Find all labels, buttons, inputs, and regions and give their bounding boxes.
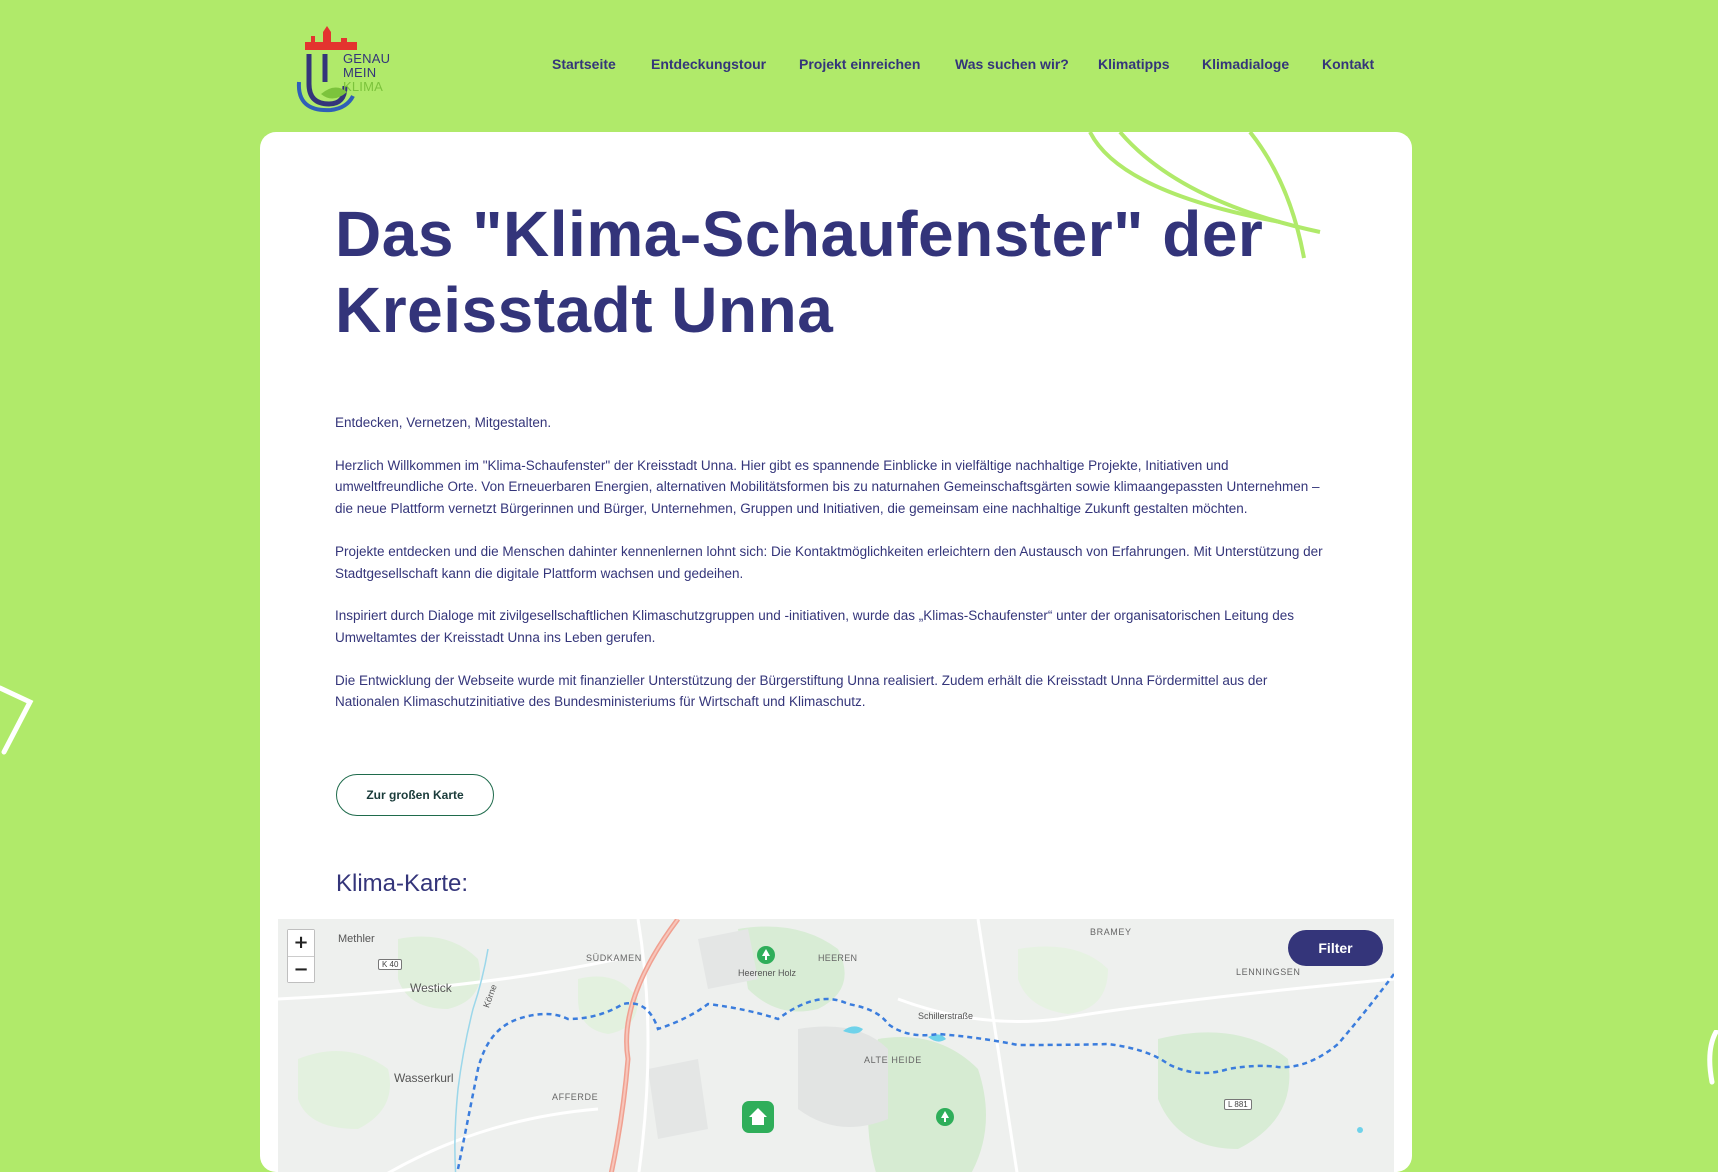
nav-entdeckungstour[interactable]: Entdeckungstour [651,56,766,72]
decorative-leaf-right [1707,1030,1718,1085]
nav-klimatipps[interactable]: Klimatipps [1098,56,1170,72]
map-label: Wasserkurl [394,1071,454,1085]
main-navigation: Startseite Entdeckungstour Projekt einre… [0,56,1718,80]
road-sign: K 40 [378,959,403,970]
map-label: SÜDKAMEN [586,953,642,963]
nav-projekt-einreichen[interactable]: Projekt einreichen [799,56,920,72]
map-heading: Klima-Karte: [336,870,469,897]
site-header: GENAU MEIN KLIMA Startseite Entdeckungst… [0,0,1718,132]
page-title-line-2: Kreisstadt Unna [335,274,834,346]
tree-poi-icon[interactable] [935,1107,955,1127]
map-label: Heerener Holz [738,968,797,978]
zoom-in-button[interactable]: + [288,930,314,956]
main-content-card: Das "Klima-Schaufenster" der Kreisstadt … [260,132,1412,1172]
climate-map[interactable]: Methler K 40 Westick Wasserkurl SÜDKAMEN… [278,919,1394,1172]
tree-poi-icon[interactable] [756,945,776,965]
map-label: AFFERDE [552,1092,599,1102]
page-title: Das "Klima-Schaufenster" der Kreisstadt … [335,196,1295,348]
map-label: HEEREN [818,953,858,963]
page-title-line-1: Das "Klima-Schaufenster" der [335,198,1264,270]
home-poi-icon[interactable] [740,1099,776,1135]
large-map-button[interactable]: Zur großen Karte [336,774,494,816]
logo-line-3: KLIMA [343,79,384,94]
map-label: Methler [338,933,375,945]
map-label: BRAMEY [1090,927,1132,937]
map-label: Schillerstraße [918,1011,974,1021]
intro-paragraph: Projekte entdecken und die Menschen dahi… [335,543,1323,581]
road-sign: L 881 [1224,1099,1252,1110]
map-label: Westick [410,981,452,995]
nav-was-suchen-wir[interactable]: Was suchen wir? [955,56,1069,72]
nav-startseite[interactable]: Startseite [552,56,616,72]
nav-kontakt[interactable]: Kontakt [1322,56,1374,72]
map-filter-button[interactable]: Filter [1288,930,1383,966]
nav-klimadialoge[interactable]: Klimadialoge [1202,56,1289,72]
map-zoom-control: + − [287,929,315,983]
map-label: ALTE HEIDE [864,1055,922,1065]
intro-paragraph: Herzlich Willkommen im "Klima-Schaufenst… [335,457,1320,517]
intro-paragraph: Entdecken, Vernetzen, Mitgestalten. [335,415,552,430]
map-label: LENNINGSEN [1236,967,1301,977]
zoom-out-button[interactable]: − [288,956,314,982]
decorative-leaf-left [0,685,34,755]
intro-text: Entdecken, Vernetzen, Mitgestalten. Herz… [335,412,1335,734]
intro-paragraph: Inspiriert durch Dialoge mit zivilgesell… [335,608,1294,645]
intro-paragraph: Die Entwicklung der Webseite wurde mit f… [335,672,1268,710]
